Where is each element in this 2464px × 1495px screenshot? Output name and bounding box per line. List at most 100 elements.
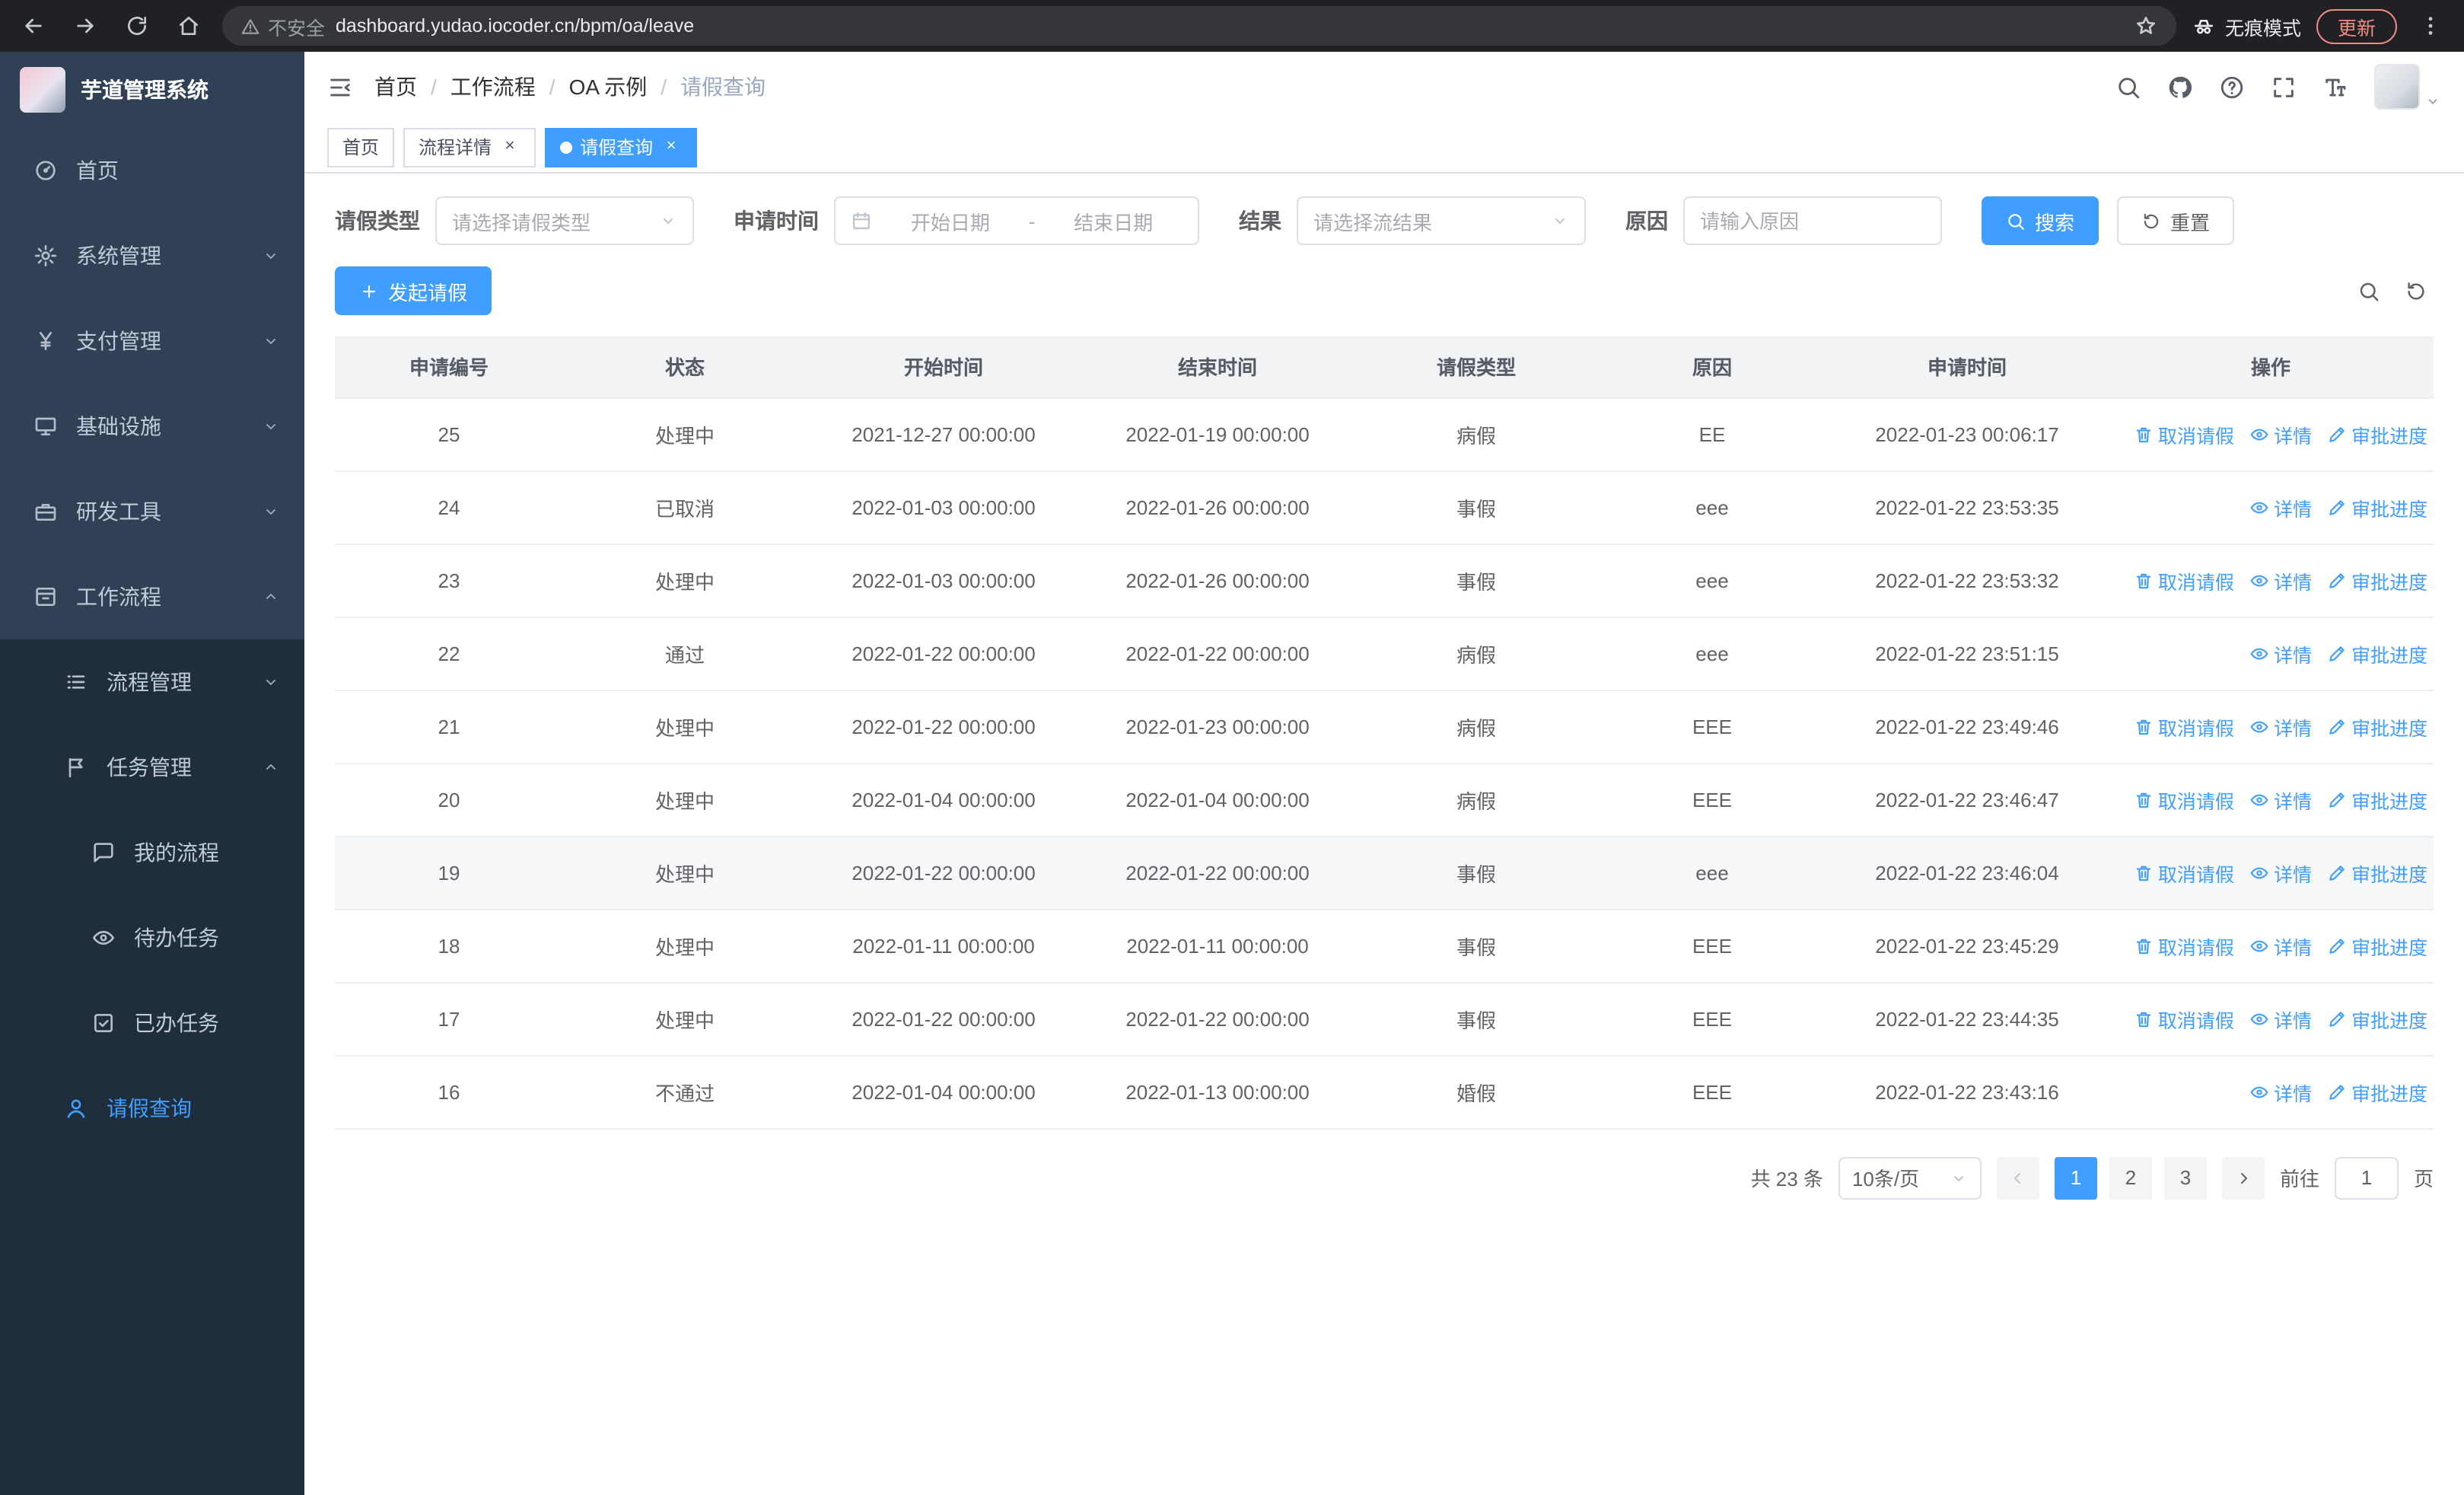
apply-id-cell: 20 xyxy=(335,763,563,837)
tab-home[interactable]: 首页 xyxy=(327,127,395,167)
chevron-left-icon xyxy=(2009,1168,2027,1187)
search-button[interactable]: 搜索 xyxy=(1982,196,2099,245)
sidebar-item-leave-query[interactable]: 请假查询 xyxy=(0,1066,304,1151)
progress-action-link[interactable]: 审批进度 xyxy=(2327,566,2427,594)
browser-menu-button[interactable] xyxy=(2412,8,2449,44)
sidebar-item-workflow[interactable]: 工作流程 xyxy=(0,554,304,639)
help-button[interactable] xyxy=(2219,74,2245,100)
listicon-icon xyxy=(64,670,88,694)
page-button-1[interactable]: 1 xyxy=(2054,1156,2097,1199)
sidebar-item-infrastructure[interactable]: 基础设施 xyxy=(0,384,304,469)
incognito-icon xyxy=(2192,14,2216,38)
sidebar-item-home[interactable]: 首页 xyxy=(0,128,304,213)
github-link[interactable] xyxy=(2167,74,2193,100)
progress-action-link[interactable]: 审批进度 xyxy=(2327,785,2427,814)
font-size-button[interactable] xyxy=(2322,74,2348,100)
address-bar[interactable]: 不安全 dashboard.yudao.iocoder.cn/bpm/oa/le… xyxy=(222,6,2176,46)
menu-fold-button[interactable] xyxy=(327,74,353,100)
detail-action-link[interactable]: 详情 xyxy=(2249,785,2312,814)
create-leave-button[interactable]: 发起请假 xyxy=(335,266,492,315)
security-chip[interactable]: 不安全 xyxy=(240,11,325,40)
detail-action-link[interactable]: 详情 xyxy=(2249,931,2312,960)
progress-action-link[interactable]: 审批进度 xyxy=(2327,931,2427,960)
prev-page-button[interactable] xyxy=(1996,1156,2039,1199)
progress-action-link[interactable]: 审批进度 xyxy=(2327,1004,2427,1033)
sidebar-item-done-task[interactable]: 已办任务 xyxy=(0,980,304,1066)
bookmark-star-icon[interactable] xyxy=(2134,14,2158,38)
plus-icon xyxy=(359,281,379,301)
cancel-action-link[interactable]: 取消请假 xyxy=(2134,858,2234,887)
reset-button[interactable]: 重置 xyxy=(2117,196,2235,245)
sidebar-item-todo-task[interactable]: 待办任务 xyxy=(0,895,304,980)
trash-icon xyxy=(2134,716,2154,736)
cancel-action-link[interactable]: 取消请假 xyxy=(2134,1004,2234,1033)
browser-back-button[interactable] xyxy=(15,8,52,44)
page-button-3[interactable]: 3 xyxy=(2163,1156,2207,1199)
reason-input[interactable] xyxy=(1700,209,1925,232)
progress-action-link[interactable]: 审批进度 xyxy=(2327,419,2427,448)
progress-action-link[interactable]: 审批进度 xyxy=(2327,492,2427,521)
sidebar-item-my-process[interactable]: 我的流程 xyxy=(0,810,304,895)
chevron-down-icon xyxy=(262,417,280,435)
progress-action-link[interactable]: 审批进度 xyxy=(2327,1077,2427,1106)
detail-action-link[interactable]: 详情 xyxy=(2249,1004,2312,1033)
refresh-table-button[interactable] xyxy=(2405,279,2427,302)
page-button-2[interactable]: 2 xyxy=(2109,1156,2152,1199)
breadcrumb-item[interactable]: 工作流程 xyxy=(450,72,536,102)
browser-forward-button[interactable] xyxy=(67,8,103,44)
close-icon[interactable]: × xyxy=(499,136,520,158)
sidebar-item-payment[interactable]: 支付管理 xyxy=(0,298,304,384)
detail-action-link[interactable]: 详情 xyxy=(2249,712,2312,741)
tab-leave-query[interactable]: 请假查询 × xyxy=(545,127,698,167)
cancel-action-link[interactable]: 取消请假 xyxy=(2134,785,2234,814)
apply-time-range-picker[interactable]: 开始日期 - 结束日期 xyxy=(834,196,1199,245)
leave-type-select[interactable]: 请选择请假类型 xyxy=(435,196,694,245)
detail-action-link[interactable]: 详情 xyxy=(2249,492,2312,521)
tab-process-detail[interactable]: 流程详情 × xyxy=(403,127,536,167)
header-search-button[interactable] xyxy=(2115,74,2141,100)
browser-home-button[interactable] xyxy=(170,8,207,44)
edit-icon xyxy=(2327,716,2347,736)
detail-action-link[interactable]: 详情 xyxy=(2249,1077,2312,1106)
breadcrumb-item[interactable]: 首页 xyxy=(374,72,417,102)
progress-action-label: 审批进度 xyxy=(2351,499,2427,520)
cancel-action-link[interactable]: 取消请假 xyxy=(2134,931,2234,960)
progress-action-link[interactable]: 审批进度 xyxy=(2327,712,2427,741)
close-icon[interactable]: × xyxy=(661,136,682,158)
result-select[interactable]: 请选择流结果 xyxy=(1297,196,1586,245)
next-page-button[interactable] xyxy=(2221,1156,2265,1199)
breadcrumb-separator: / xyxy=(661,75,667,99)
sidebar-item-process-mgmt[interactable]: 流程管理 xyxy=(0,639,304,725)
toggle-search-button[interactable] xyxy=(2357,279,2380,302)
sidebar-item-label: 我的流程 xyxy=(134,840,219,865)
cancel-action-link[interactable]: 取消请假 xyxy=(2134,419,2234,448)
progress-action-link[interactable]: 审批进度 xyxy=(2327,858,2427,887)
cancel-action-link[interactable]: 取消请假 xyxy=(2134,712,2234,741)
apply-id-cell: 19 xyxy=(335,836,563,910)
cancel-action-link[interactable]: 取消请假 xyxy=(2134,566,2234,594)
status-cell: 处理中 xyxy=(563,543,807,617)
user-avatar-menu[interactable] xyxy=(2374,64,2441,110)
browser-reload-button[interactable] xyxy=(119,8,155,44)
page-size-select[interactable]: 10条/页 xyxy=(1838,1156,1982,1199)
text-size-icon xyxy=(2322,74,2348,100)
detail-action-link[interactable]: 详情 xyxy=(2249,566,2312,594)
fullscreen-button[interactable] xyxy=(2271,74,2297,100)
sidebar-item-dev-tools[interactable]: 研发工具 xyxy=(0,469,304,554)
actions-cell: 取消请假 详情 审批进度 xyxy=(2108,836,2434,910)
sidebar-item-task-mgmt[interactable]: 任务管理 xyxy=(0,725,304,810)
browser-update-button[interactable]: 更新 xyxy=(2316,8,2397,43)
sidebar-item-system[interactable]: 系统管理 xyxy=(0,213,304,298)
breadcrumb-item[interactable]: OA 示例 xyxy=(569,72,648,102)
detail-action-link[interactable]: 详情 xyxy=(2249,858,2312,887)
eye-icon xyxy=(2249,643,2269,663)
leave-type-filter: 请假类型 请选择请假类型 xyxy=(335,196,694,245)
detail-action-link[interactable]: 详情 xyxy=(2249,639,2312,668)
progress-action-link[interactable]: 审批进度 xyxy=(2327,639,2427,668)
actions-cell: 取消请假 详情 审批进度 xyxy=(2108,543,2434,617)
leave-type-cell: 病假 xyxy=(1355,397,1598,471)
sidebar-item-label: 工作流程 xyxy=(76,585,161,609)
goto-page-input[interactable] xyxy=(2334,1156,2399,1199)
detail-action-link[interactable]: 详情 xyxy=(2249,419,2312,448)
sidebar-item-label: 请假查询 xyxy=(107,1096,192,1120)
